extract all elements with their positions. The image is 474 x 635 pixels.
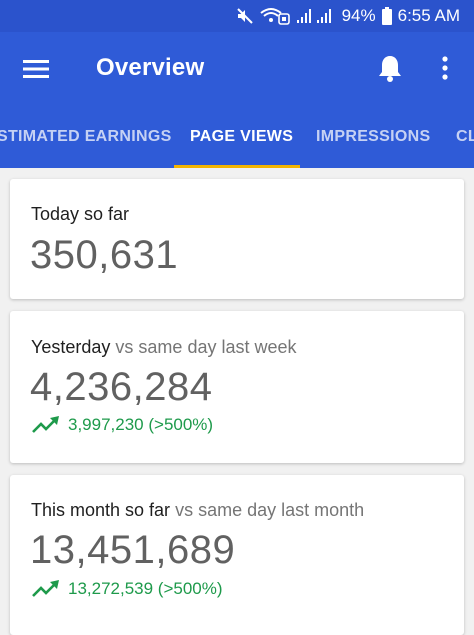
yesterday-label-row: Yesterday vs same day last week — [31, 337, 297, 358]
yesterday-comparison: vs same day last week — [115, 337, 297, 357]
more-options-button[interactable] — [430, 50, 460, 86]
tab-bar: ESTIMATED EARNINGS PAGE VIEWS IMPRESSION… — [0, 106, 474, 168]
yesterday-change: 3,997,230 (>500%) — [68, 415, 214, 434]
page-title: Overview — [96, 54, 205, 81]
battery-icon — [381, 7, 392, 25]
tab-impressions[interactable]: IMPRESSIONS — [316, 106, 430, 168]
month-label: This month so far — [31, 500, 171, 520]
tab-estimated-earnings[interactable]: ESTIMATED EARNINGS — [0, 106, 172, 168]
month-comparison: vs same day last month — [175, 500, 365, 520]
month-change: 13,272,539 (>500%) — [68, 579, 223, 598]
mute-icon — [236, 7, 254, 25]
month-trend: 13,272,539 (>500%) — [32, 579, 223, 599]
status-bar: 94% 6:55 AM — [0, 0, 474, 32]
wifi-calling-icon — [259, 7, 290, 25]
yesterday-label: Yesterday — [31, 337, 111, 357]
today-label: Today so far — [31, 204, 130, 224]
active-tab-indicator — [174, 165, 300, 168]
app-bar: Overview — [0, 32, 474, 106]
yesterday-value: 4,236,284 — [30, 365, 213, 409]
menu-icon — [23, 60, 49, 78]
month-value: 13,451,689 — [30, 528, 236, 572]
trending-up-icon — [32, 580, 59, 597]
tab-clicks[interactable]: CLICKS — [456, 106, 474, 168]
signal-icon — [296, 8, 336, 24]
trending-up-icon — [32, 416, 59, 433]
yesterday-trend: 3,997,230 (>500%) — [32, 415, 213, 435]
status-time: 6:55 AM — [397, 6, 460, 25]
month-card[interactable]: This month so far vs same day last month… — [10, 475, 464, 635]
month-label-row: This month so far vs same day last month — [31, 500, 364, 521]
bell-icon — [379, 56, 401, 82]
notifications-button[interactable] — [372, 50, 408, 86]
menu-button[interactable] — [16, 52, 56, 86]
yesterday-card[interactable]: Yesterday vs same day last week 4,236,28… — [10, 311, 464, 463]
more-vert-icon — [442, 56, 448, 80]
battery-percent: 94% — [341, 6, 376, 25]
today-card[interactable]: Today so far 350,631 — [10, 179, 464, 299]
tab-page-views[interactable]: PAGE VIEWS — [190, 106, 293, 168]
today-value: 350,631 — [30, 233, 179, 277]
